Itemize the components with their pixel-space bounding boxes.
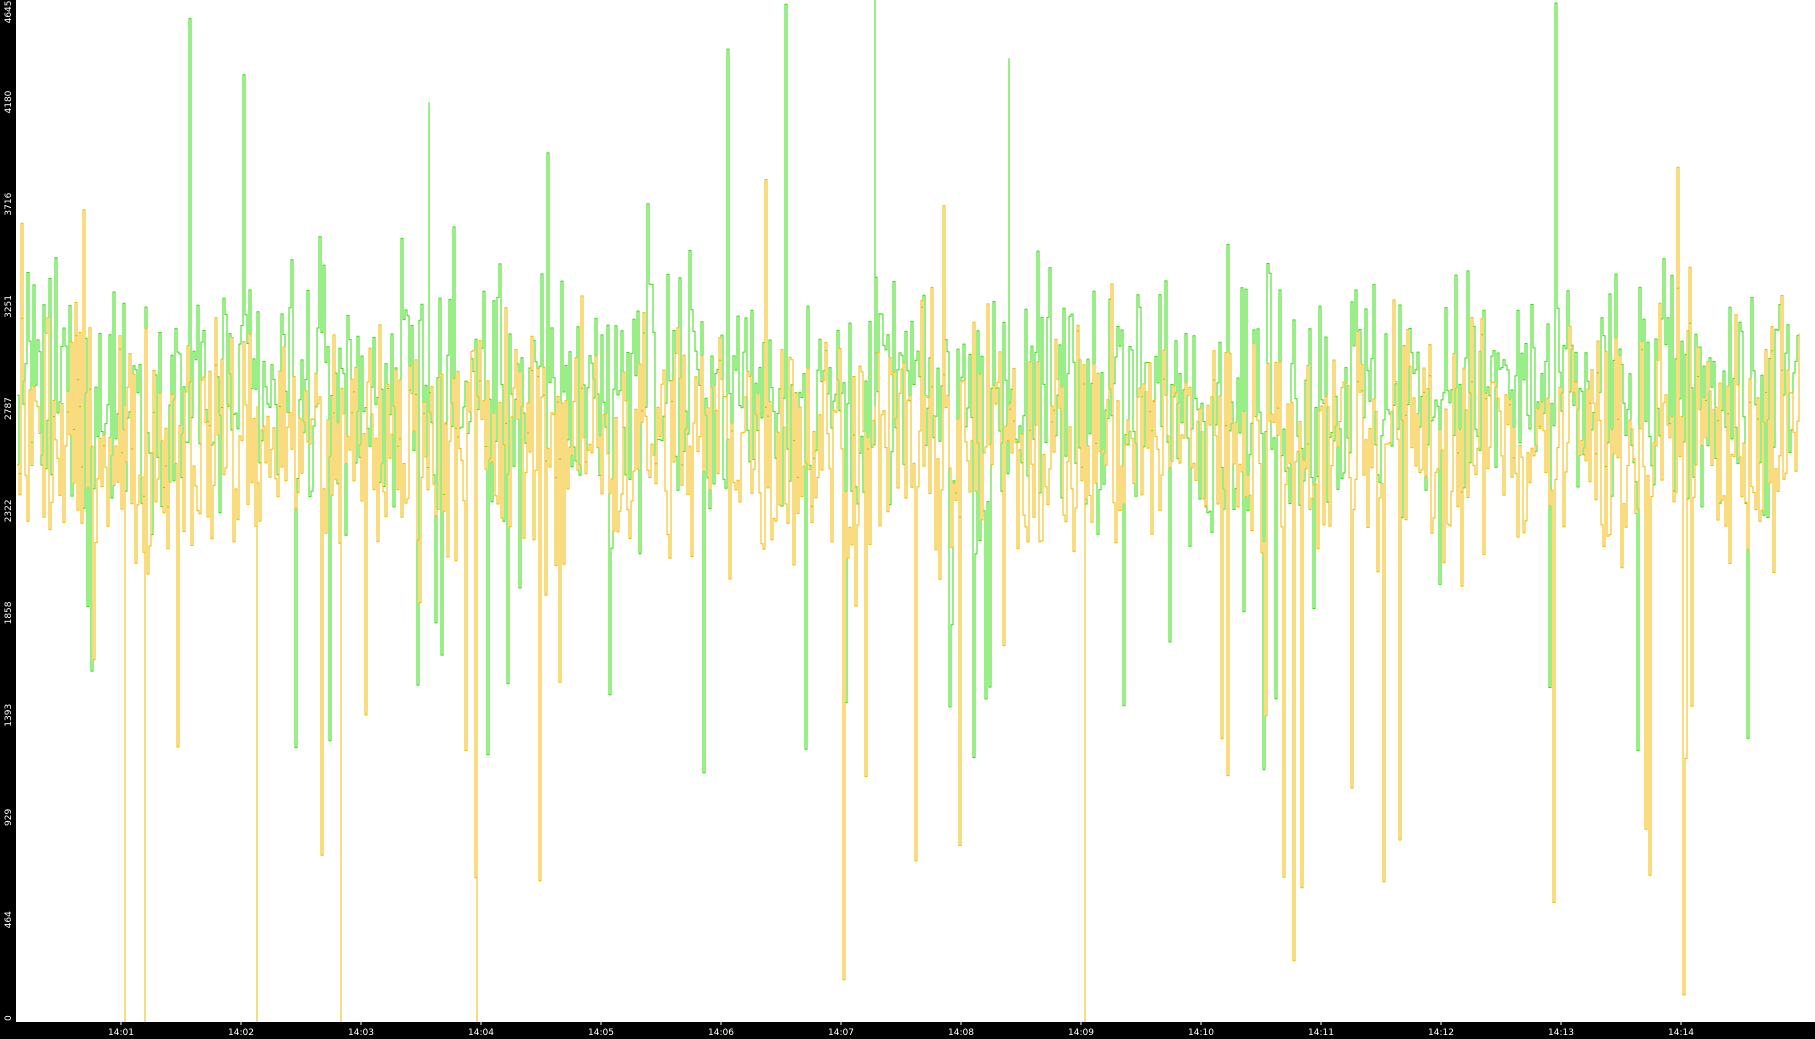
chart-window: 0 464 929 1393 1858 2322 2787 3251 3716 4180 4645 … xyxy=(0,0,1815,1039)
x-tick-label: 14:01 xyxy=(108,1028,134,1038)
x-tick-label: 14:13 xyxy=(1548,1028,1574,1038)
x-tick-label: 14:12 xyxy=(1428,1028,1454,1038)
series-line-2 xyxy=(17,166,1800,996)
y-tick-label: 929 xyxy=(4,809,14,826)
x-tick-label: 14:09 xyxy=(1068,1028,1094,1038)
x-tick-label: 14:14 xyxy=(1668,1028,1694,1038)
y-axis-ticks: 0 464 929 1393 1858 2322 2787 3251 3716 4180 4645 xyxy=(4,0,14,1021)
x-axis-ticks: 14:01 14:02 14:03 14:04 14:05 14:06 14:07 14:08… xyxy=(108,1022,1694,1038)
x-tick-label: 14:04 xyxy=(468,1028,494,1038)
y-tick-label: 3251 xyxy=(4,295,14,318)
y-tick-label: 2787 xyxy=(4,397,14,420)
x-tick-label: 14:06 xyxy=(708,1028,734,1038)
y-tick-label: 464 xyxy=(4,911,14,928)
series-layer xyxy=(17,0,1800,1022)
x-tick-label: 14:08 xyxy=(948,1028,974,1038)
y-tick-label: 1393 xyxy=(4,704,14,727)
x-tick-label: 14:02 xyxy=(228,1028,254,1038)
y-tick-label: 0 xyxy=(4,1015,14,1021)
x-tick-label: 14:05 xyxy=(588,1028,614,1038)
y-tick-label: 4645 xyxy=(4,0,14,23)
y-tick-label: 1858 xyxy=(4,601,14,624)
y-tick-label: 3716 xyxy=(4,192,14,215)
x-tick-label: 14:07 xyxy=(828,1028,854,1038)
y-tick-label: 4180 xyxy=(4,90,14,113)
x-tick-label: 14:10 xyxy=(1188,1028,1214,1038)
y-tick-label: 2322 xyxy=(4,499,14,522)
series-line-1 xyxy=(17,2,1800,774)
chart-plot: 046492913931858232227873251371641804645 … xyxy=(4,0,1800,1038)
x-tick-label: 14:11 xyxy=(1308,1028,1334,1038)
x-tick-label: 14:03 xyxy=(348,1028,374,1038)
